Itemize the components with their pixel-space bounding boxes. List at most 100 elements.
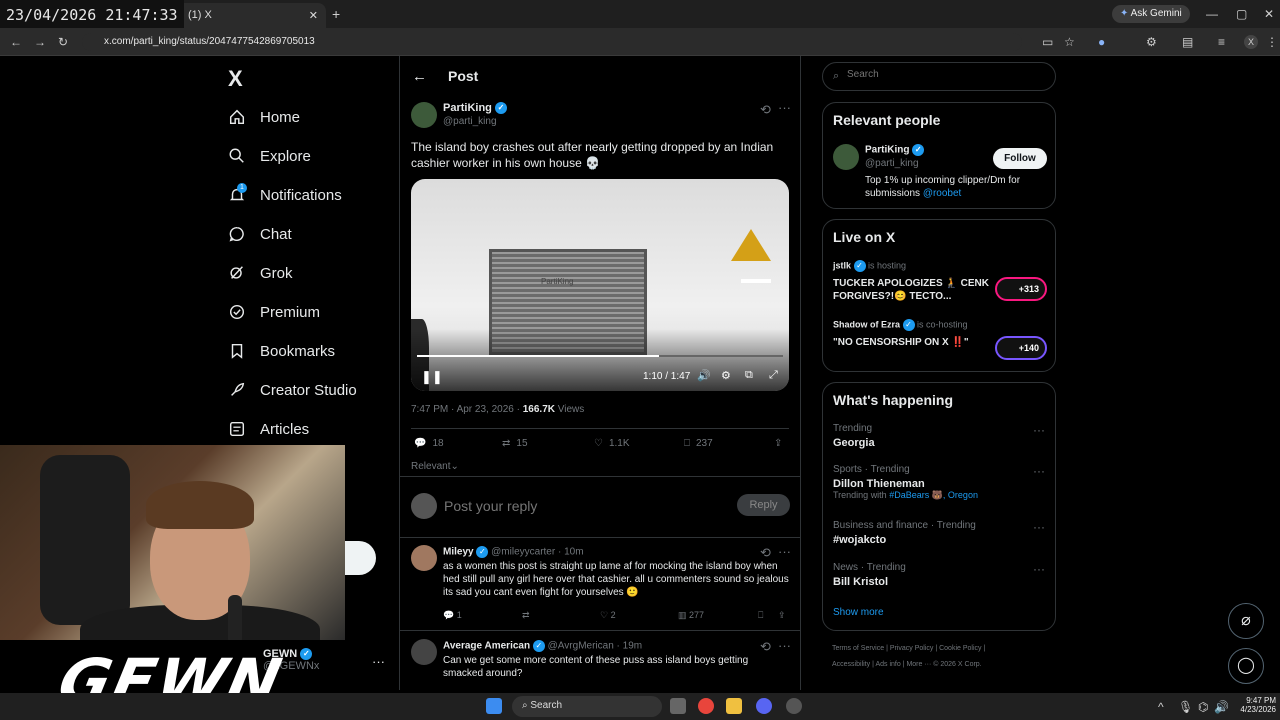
- chrome-icon[interactable]: [698, 698, 714, 714]
- grok-action-icon[interactable]: ⟲: [760, 545, 771, 561]
- window-close-icon[interactable]: ✕: [1264, 7, 1274, 21]
- profile-icon[interactable]: X: [1244, 35, 1258, 49]
- reply-input[interactable]: [444, 496, 724, 516]
- live-title[interactable]: TUCKER APOLOGIZES 🧎 CENK FORGIVES?!😊 TEC…: [833, 277, 991, 303]
- forward-icon[interactable]: →: [34, 35, 46, 49]
- task-view-icon[interactable]: [670, 698, 686, 714]
- cast-icon[interactable]: ▭: [1042, 35, 1053, 49]
- trend-item[interactable]: News · Trending Bill Kristol: [833, 562, 906, 588]
- reading-list-icon[interactable]: ≡: [1218, 35, 1225, 49]
- more-icon[interactable]: ···: [1033, 562, 1045, 576]
- sidebar-item-notifications[interactable]: 1 Notifications: [228, 182, 388, 208]
- reply-sort-dropdown[interactable]: Relevant⌄: [411, 461, 459, 472]
- author-avatar[interactable]: [411, 102, 437, 128]
- repost-stat[interactable]: ⇄ 15: [502, 438, 528, 449]
- reply-like-stat[interactable]: ♡ 2: [600, 610, 616, 621]
- wifi-icon[interactable]: ⌬: [1198, 700, 1208, 714]
- live-title[interactable]: "NO CENSORSHIP ON X ‼️": [833, 336, 991, 349]
- minimize-icon[interactable]: —: [1206, 7, 1218, 21]
- more-icon[interactable]: ···: [1033, 520, 1045, 534]
- bookmark-icon[interactable]: ⎕: [758, 610, 763, 621]
- show-more-link[interactable]: Show more: [833, 607, 884, 618]
- grok-float-icon[interactable]: ⌀: [1228, 603, 1264, 639]
- follow-button[interactable]: Follow: [993, 148, 1047, 169]
- trend-tags[interactable]: #DaBears 🐻, Oregon: [889, 490, 978, 500]
- app-icon[interactable]: [786, 698, 802, 714]
- share-icon[interactable]: ⇪: [774, 438, 782, 449]
- sidebar-item-bookmarks[interactable]: Bookmarks: [228, 338, 388, 364]
- live-listeners-pill[interactable]: +140: [995, 336, 1047, 360]
- reply-header[interactable]: Mileyy ✓ @mileyycarter · 10m: [443, 546, 584, 558]
- taskbar-search[interactable]: ⌕ Search: [512, 696, 662, 717]
- author-handle[interactable]: @parti_king: [443, 116, 497, 127]
- sidebar-item-creator-studio[interactable]: Creator Studio: [228, 377, 388, 403]
- account-more-icon[interactable]: ···: [372, 654, 385, 669]
- sidepanel-icon[interactable]: ▤: [1182, 35, 1193, 49]
- star-icon[interactable]: ☆: [1064, 35, 1075, 49]
- puzzle-icon[interactable]: ⚙: [1146, 35, 1157, 49]
- person-name-row[interactable]: PartiKing ✓: [865, 144, 925, 156]
- sidebar-item-home[interactable]: Home: [228, 104, 388, 130]
- reply-avatar[interactable]: [411, 639, 437, 665]
- clock[interactable]: 9:47 PM 4/23/2026: [1236, 696, 1276, 714]
- trend-item[interactable]: Trending Georgia: [833, 423, 875, 449]
- ask-gemini-button[interactable]: ✦ Ask Gemini: [1112, 5, 1190, 23]
- windows-start-icon[interactable]: [486, 698, 502, 714]
- search-box[interactable]: ⌕: [822, 62, 1056, 91]
- reply-views-stat[interactable]: ▥ 277: [678, 610, 704, 621]
- sidebar-item-articles[interactable]: Articles: [228, 416, 388, 442]
- video-player[interactable]: PartiKing ❚❚ 1:10 / 1:47 🔊 ⚙ ⧉ ⤢: [411, 179, 789, 391]
- discord-icon[interactable]: [756, 698, 772, 714]
- live-listeners-pill[interactable]: +313: [995, 277, 1047, 301]
- tray-chevron-icon[interactable]: ^: [1158, 700, 1164, 714]
- video-progress-track[interactable]: [417, 355, 783, 357]
- reply-header[interactable]: Average American ✓ @AvrgMerican · 19m: [443, 640, 642, 652]
- live-host-row[interactable]: jstlk ✓ is hosting: [833, 260, 906, 272]
- speaker-icon[interactable]: 🔊: [1214, 700, 1229, 714]
- author-name-row[interactable]: PartiKing ✓: [443, 102, 507, 115]
- pause-icon[interactable]: ❚❚: [421, 369, 443, 385]
- file-explorer-icon[interactable]: [726, 698, 742, 714]
- grok-action-icon[interactable]: ⟲: [760, 102, 771, 118]
- messages-float-icon[interactable]: ◯: [1228, 648, 1264, 684]
- reply-button[interactable]: Reply: [737, 494, 790, 516]
- reply-stat[interactable]: 💬 18: [414, 438, 444, 449]
- x-logo-icon[interactable]: X: [228, 66, 243, 92]
- back-icon[interactable]: ←: [10, 35, 22, 49]
- live-host-row[interactable]: Shadow of Ezra ✓ is co-hosting: [833, 319, 968, 331]
- sidebar-item-premium[interactable]: Premium: [228, 299, 388, 325]
- bookmark-stat[interactable]: ⎕ 237: [684, 438, 713, 449]
- reply-repost-stat[interactable]: ⇄: [522, 610, 530, 621]
- search-input[interactable]: [847, 69, 1037, 80]
- settings-icon[interactable]: ⚙: [721, 369, 731, 382]
- trend-item[interactable]: Business and finance · Trending #wojakcto: [833, 520, 976, 546]
- sidebar-item-explore[interactable]: Explore: [228, 143, 388, 169]
- more-icon[interactable]: ···: [1033, 464, 1045, 478]
- extension-icon[interactable]: ●: [1098, 35, 1105, 49]
- bio-link[interactable]: @roobet: [923, 188, 962, 199]
- grok-action-icon[interactable]: ⟲: [760, 639, 771, 655]
- maximize-icon[interactable]: ▢: [1236, 7, 1247, 21]
- more-icon[interactable]: ···: [778, 638, 791, 653]
- fullscreen-icon[interactable]: ⤢: [769, 369, 778, 382]
- volume-icon[interactable]: 🔊: [697, 369, 711, 382]
- new-tab-icon[interactable]: +: [332, 7, 340, 21]
- pip-icon[interactable]: ⧉: [745, 369, 753, 382]
- reply-reply-stat[interactable]: 💬 1: [443, 610, 462, 621]
- sidebar-item-grok[interactable]: Grok: [228, 260, 388, 286]
- sidebar-item-chat[interactable]: Chat: [228, 221, 388, 247]
- person-avatar[interactable]: [833, 144, 859, 170]
- footer-links-1[interactable]: Terms of Service | Privacy Policy | Cook…: [832, 645, 985, 652]
- more-icon[interactable]: ···: [1033, 423, 1045, 437]
- menu-icon[interactable]: ⋮: [1266, 35, 1278, 49]
- more-icon[interactable]: ···: [778, 544, 791, 559]
- reply-avatar[interactable]: [411, 545, 437, 571]
- address-bar[interactable]: x.com/parti_king/status/2047477542869705…: [82, 33, 1022, 51]
- reload-icon[interactable]: ↻: [58, 35, 68, 49]
- share-icon[interactable]: ⇪: [778, 610, 786, 621]
- close-icon[interactable]: ✕: [309, 9, 318, 22]
- footer-links-2[interactable]: Accessibility | Ads info | More ··· © 20…: [832, 661, 982, 668]
- trend-item[interactable]: Sports · Trending Dillon Thieneman Trendin…: [833, 464, 978, 501]
- back-arrow-icon[interactable]: ←: [412, 68, 427, 85]
- like-stat[interactable]: ♡ 1.1K: [594, 438, 630, 449]
